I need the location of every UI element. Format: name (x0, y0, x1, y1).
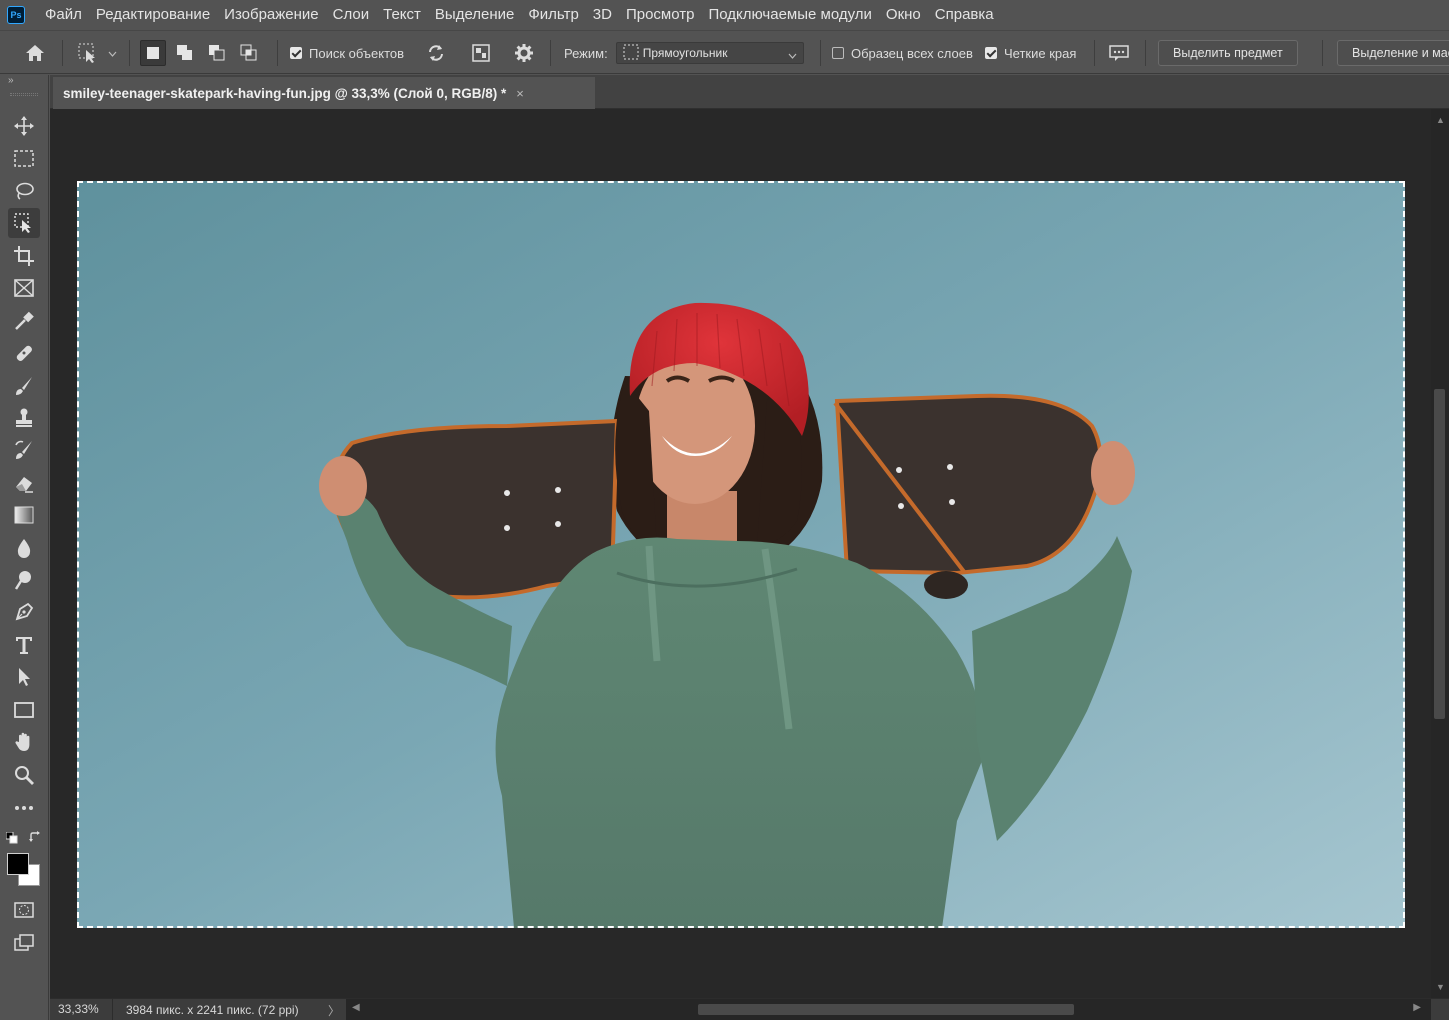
eraser-icon[interactable] (8, 468, 40, 498)
menu-plugins[interactable]: Подключаемые модули (701, 0, 878, 30)
mode-label: Режим: (564, 45, 608, 61)
new-selection-icon[interactable] (140, 40, 166, 66)
menu-edit[interactable]: Редактирование (89, 0, 217, 30)
scroll-up-icon[interactable]: ▲ (1436, 115, 1445, 125)
status-menu-arrow-icon[interactable]: 〉 (328, 1002, 340, 1019)
menu-help[interactable]: Справка (928, 0, 1001, 30)
home-icon[interactable] (22, 40, 48, 66)
document-tab[interactable]: smiley-teenager-skatepark-having-fun.jpg… (53, 77, 595, 109)
tools-panel: » (0, 75, 49, 1020)
object-selection-icon[interactable] (8, 208, 40, 238)
close-icon[interactable]: × (516, 86, 524, 101)
hard-edge-label: Четкие края (1004, 45, 1077, 61)
swap-colors-icon[interactable] (28, 830, 42, 849)
zoom-level[interactable]: 33,33% (58, 1002, 99, 1016)
scroll-down-icon[interactable]: ▼ (1436, 982, 1445, 992)
frame-icon[interactable] (8, 273, 40, 303)
document-tab-title: smiley-teenager-skatepark-having-fun.jpg… (63, 85, 507, 101)
document-tab-strip: smiley-teenager-skatepark-having-fun.jpg… (50, 75, 1449, 109)
refresh-icon[interactable] (423, 40, 449, 66)
blur-icon[interactable] (8, 533, 40, 563)
horizontal-scroll-thumb[interactable] (698, 1004, 1074, 1015)
default-colors-icon[interactable] (5, 831, 18, 849)
collapse-panel-icon[interactable]: » (8, 75, 14, 86)
brush-icon[interactable] (8, 371, 40, 401)
document-image[interactable] (77, 181, 1405, 928)
more-tools-icon[interactable] (8, 793, 40, 823)
options-bar: Поиск объектов Режим: Прямоугольник Обра… (0, 30, 1449, 74)
status-bar: 33,33% 3984 пикс. x 2241 пикс. (72 ppi) … (50, 998, 1449, 1020)
menu-window[interactable]: Окно (879, 0, 928, 30)
select-subject-button[interactable]: Выделить предмет (1158, 40, 1298, 66)
menu-3d[interactable]: 3D (586, 0, 619, 30)
hand-icon[interactable] (8, 727, 40, 757)
type-icon[interactable] (8, 630, 40, 660)
menu-view[interactable]: Просмотр (619, 0, 702, 30)
zoom-icon[interactable] (8, 760, 40, 790)
document-info: 3984 пикс. x 2241 пикс. (72 ppi) (126, 1003, 299, 1017)
chevron-down-icon[interactable] (108, 44, 117, 62)
feedback-icon[interactable] (1106, 40, 1132, 66)
rectangle-mode-icon (623, 44, 639, 63)
mode-select[interactable]: Прямоугольник (615, 42, 804, 64)
eyedropper-icon[interactable] (8, 306, 40, 336)
object-finder-checkbox[interactable] (290, 47, 302, 59)
object-finder-label: Поиск объектов (309, 45, 405, 61)
rectangular-marquee-icon[interactable] (8, 144, 40, 174)
menu-bar: Ps Файл Редактирование Изображение Слои … (0, 0, 1449, 30)
show-all-objects-icon[interactable] (468, 40, 494, 66)
gear-icon[interactable] (511, 40, 537, 66)
move-tool-icon[interactable] (8, 111, 40, 141)
horizontal-scrollbar[interactable]: ◀ ▶ (346, 999, 1431, 1020)
mode-select-value: Прямоугольник (642, 46, 728, 60)
sample-all-layers-label: Образец всех слоев (851, 45, 973, 61)
intersect-selection-icon[interactable] (236, 40, 262, 66)
panel-grip[interactable] (10, 93, 38, 96)
vertical-scrollbar[interactable]: ▲ ▼ (1431, 109, 1449, 998)
history-brush-icon[interactable] (8, 435, 40, 465)
photoshop-logo-icon: Ps (7, 6, 25, 24)
select-and-mask-button[interactable]: Выделение и маска... (1337, 40, 1449, 66)
quick-mask-icon[interactable] (8, 895, 40, 925)
gradient-icon[interactable] (8, 500, 40, 530)
menu-layer[interactable]: Слои (326, 0, 376, 30)
sample-all-layers-checkbox[interactable] (832, 47, 844, 59)
chevron-down-icon (788, 48, 797, 62)
crop-icon[interactable] (8, 241, 40, 271)
clone-stamp-icon[interactable] (8, 403, 40, 433)
foreground-color-swatch[interactable] (7, 853, 29, 875)
lasso-icon[interactable] (8, 176, 40, 206)
scroll-right-icon[interactable]: ▶ (1413, 1002, 1421, 1013)
spot-healing-brush-icon[interactable] (8, 338, 40, 368)
menu-type[interactable]: Текст (376, 0, 428, 30)
screen-mode-icon[interactable] (8, 928, 40, 958)
tool-preset-picker-icon[interactable] (76, 40, 102, 66)
scroll-left-icon[interactable]: ◀ (352, 1002, 360, 1013)
menu-file[interactable]: Файл (38, 0, 89, 30)
path-selection-icon[interactable] (8, 662, 40, 692)
subtract-from-selection-icon[interactable] (204, 40, 230, 66)
vertical-scroll-thumb[interactable] (1434, 389, 1445, 719)
menu-filter[interactable]: Фильтр (521, 0, 585, 30)
menu-select[interactable]: Выделение (428, 0, 521, 30)
add-to-selection-icon[interactable] (172, 40, 198, 66)
pen-icon[interactable] (8, 597, 40, 627)
menu-image[interactable]: Изображение (217, 0, 326, 30)
dodge-icon[interactable] (8, 565, 40, 595)
rectangle-shape-icon[interactable] (8, 695, 40, 725)
hard-edge-checkbox[interactable] (985, 47, 997, 59)
